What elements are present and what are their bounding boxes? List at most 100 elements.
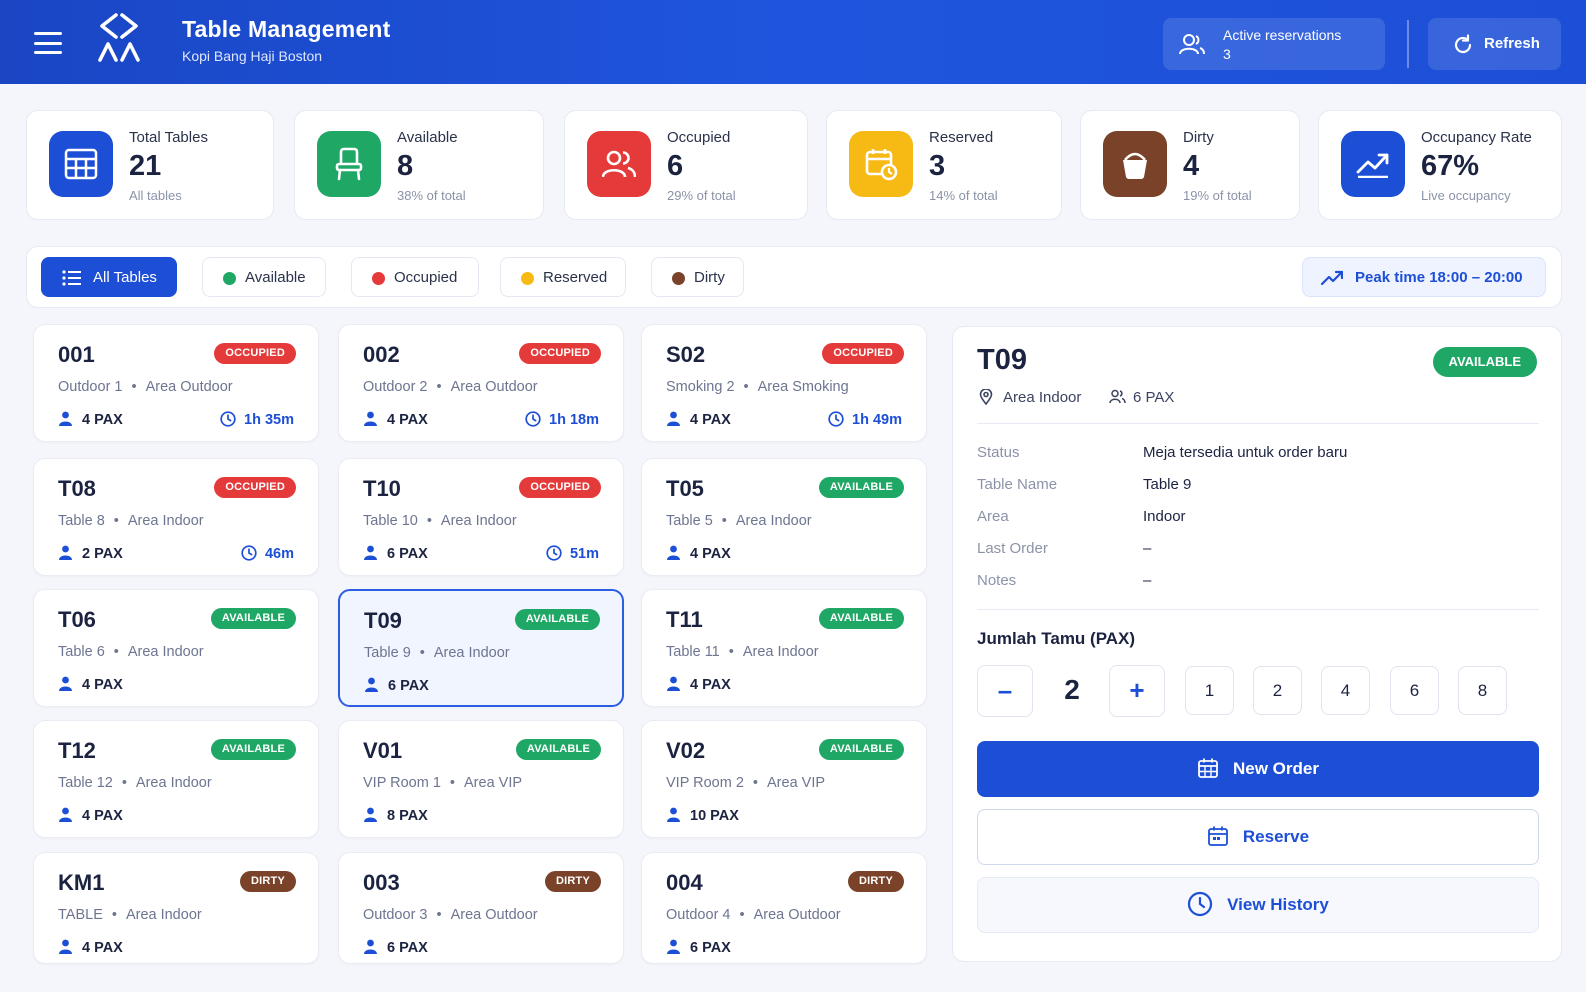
duration-label: 51m (569, 546, 599, 562)
table-card-002[interactable]: 002 OCCUPIED Outdoor 2 • Area Outdoor 4 PAX 1h… (338, 324, 624, 442)
clock-icon (241, 545, 257, 561)
duration-label: 46m (264, 546, 294, 562)
table-name: Table 9 (364, 645, 411, 661)
detail-value: Table 9 (1143, 476, 1192, 493)
quick-pax-4[interactable]: 4 (1321, 666, 1370, 715)
table-area: Area Indoor (433, 645, 510, 661)
reserve-label: Reserve (1242, 827, 1310, 846)
occupied-duration: 1h 35m (220, 411, 294, 428)
occupied-duration: 1h 18m (525, 411, 599, 428)
table-card-003[interactable]: 003 DIRTY Outdoor 3 • Area Outdoor 6 PAX (338, 852, 624, 964)
table-id: 004 (666, 870, 703, 895)
divider (977, 423, 1539, 424)
table-card-t09[interactable]: T09 AVAILABLE Table 9 • Area Indoor 6 PAX (338, 589, 624, 707)
table-name: VIP Room 2 (666, 775, 744, 791)
table-card-v01[interactable]: V01 AVAILABLE VIP Room 1 • Area VIP 8 PAX (338, 720, 624, 838)
quick-pax-6[interactable]: 6 (1390, 666, 1439, 715)
table-location: Table 9 • Area Indoor (364, 645, 510, 661)
pax-label: 6 PAX (388, 678, 429, 694)
detail-key: Last Order (977, 540, 1048, 557)
table-card-v02[interactable]: V02 AVAILABLE VIP Room 2 • Area VIP 10 PAX (641, 720, 927, 838)
header-divider (1407, 20, 1409, 68)
detail-area: Area Indoor (979, 389, 1081, 406)
table-area: Area Indoor (135, 775, 212, 791)
table-pax: 10 PAX (666, 807, 739, 824)
filter-occupied[interactable]: Occupied (351, 257, 479, 297)
table-card-km1[interactable]: KM1 DIRTY TABLE • Area Indoor 4 PAX (33, 852, 319, 964)
table-location: Table 11 • Area Indoor (666, 644, 819, 660)
detail-table-id: T09 (977, 344, 1027, 376)
table-area: Area Outdoor (753, 907, 841, 923)
separator-dot: • (426, 513, 432, 529)
table-location: VIP Room 2 • Area VIP (666, 775, 825, 791)
quick-pax-8[interactable]: 8 (1458, 666, 1507, 715)
filter-label: All Tables (93, 269, 157, 286)
filter-all-tables[interactable]: All Tables (41, 257, 177, 297)
new-order-button[interactable]: New Order (977, 741, 1539, 797)
quick-pax-2[interactable]: 2 (1253, 666, 1302, 715)
guests-section-title: Jumlah Tamu (PAX) (977, 629, 1136, 648)
person-icon (58, 411, 73, 426)
quick-pax-1[interactable]: 1 (1185, 666, 1234, 715)
stat-label: Total Tables (129, 129, 208, 146)
detail-status-badge: AVAILABLE (1432, 347, 1537, 377)
table-card-t05[interactable]: T05 AVAILABLE Table 5 • Area Indoor 4 PAX (641, 458, 927, 576)
filter-reserved[interactable]: Reserved (500, 257, 626, 297)
view-history-button[interactable]: View History (977, 877, 1539, 933)
filter-available[interactable]: Available (202, 257, 326, 297)
table-id: T08 (58, 476, 96, 501)
detail-key: Area (977, 508, 1009, 525)
increase-guests-button[interactable]: + (1109, 665, 1165, 717)
table-id: T12 (58, 738, 96, 763)
person-icon (364, 677, 379, 692)
table-location: Outdoor 2 • Area Outdoor (363, 379, 538, 395)
status-badge: AVAILABLE (818, 739, 904, 760)
refresh-button[interactable]: Refresh (1428, 18, 1561, 70)
table-card-t11[interactable]: T11 AVAILABLE Table 11 • Area Indoor 4 PAX (641, 589, 927, 707)
table-card-s02[interactable]: S02 OCCUPIED Smoking 2 • Area Smoking 4 PAX 1h… (641, 324, 927, 442)
peak-time-label: Peak time 18:00 – 20:00 (1355, 269, 1523, 286)
stat-value: 21 (129, 150, 162, 182)
location-pin-icon (979, 389, 993, 405)
stat-card-available: Available 8 38% of total (294, 110, 544, 220)
separator-dot: • (728, 644, 734, 660)
status-badge: AVAILABLE (818, 477, 904, 498)
filter-dirty[interactable]: Dirty (651, 257, 744, 297)
detail-key: Table Name (977, 476, 1058, 493)
table-location: Outdoor 1 • Area Outdoor (58, 379, 233, 395)
chair-icon (317, 131, 381, 197)
filter-label: Occupied (394, 269, 458, 286)
decrease-guests-button[interactable]: – (977, 665, 1033, 717)
detail-value: Indoor (1143, 508, 1186, 525)
table-card-t08[interactable]: T08 OCCUPIED Table 8 • Area Indoor 2 PAX 46m (33, 458, 319, 576)
table-location: Table 5 • Area Indoor (666, 513, 812, 529)
table-id: T09 (364, 608, 402, 633)
trend-icon (1341, 131, 1405, 197)
table-card-t06[interactable]: T06 AVAILABLE Table 6 • Area Indoor 4 PAX (33, 589, 319, 707)
table-name: Table 11 (666, 644, 720, 660)
calendar-icon (1208, 826, 1228, 846)
table-card-004[interactable]: 004 DIRTY Outdoor 4 • Area Outdoor 6 PAX (641, 852, 927, 964)
person-icon (58, 545, 73, 560)
reserve-button[interactable]: Reserve (977, 809, 1539, 865)
table-name: Table 6 (58, 644, 105, 660)
clock-icon (546, 545, 562, 561)
person-icon (58, 676, 73, 691)
separator-dot: • (111, 907, 117, 923)
stat-value: 4 (1183, 150, 1200, 182)
status-badge: OCCUPIED (214, 477, 296, 498)
new-order-label: New Order (1233, 759, 1319, 778)
pax-label: 6 PAX (387, 546, 428, 562)
table-card-t10[interactable]: T10 OCCUPIED Table 10 • Area Indoor 6 PAX 51m (338, 458, 624, 576)
table-id: 001 (58, 342, 95, 367)
separator-dot: • (131, 379, 137, 395)
table-card-t12[interactable]: T12 AVAILABLE Table 12 • Area Indoor 4 PAX (33, 720, 319, 838)
active-reservations-button[interactable]: Active reservations 3 (1163, 18, 1385, 70)
table-pax: 4 PAX (666, 676, 731, 693)
menu-icon[interactable] (34, 32, 62, 54)
table-card-001[interactable]: 001 OCCUPIED Outdoor 1 • Area Outdoor 4 PAX 1h… (33, 324, 319, 442)
table-location: TABLE • Area Indoor (58, 907, 202, 923)
occupied-duration: 51m (546, 545, 599, 562)
stat-value: 3 (929, 150, 946, 182)
table-area: Area Indoor (742, 644, 819, 660)
